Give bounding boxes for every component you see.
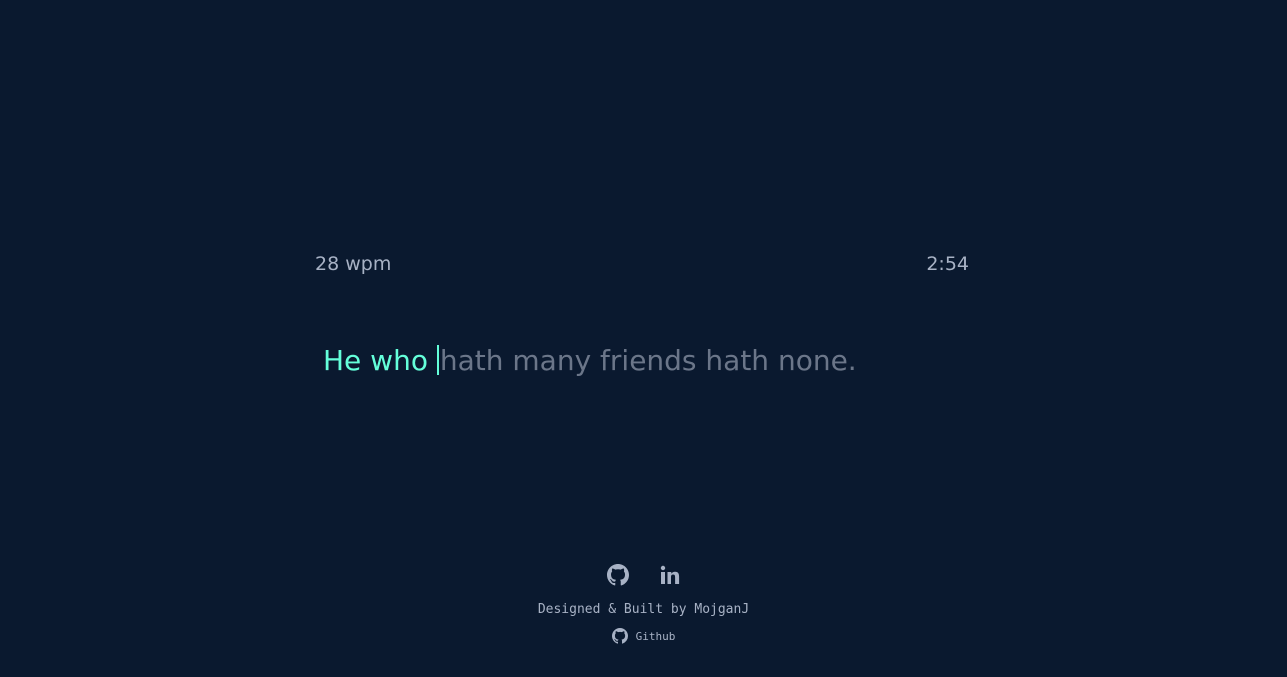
credit-text: Designed & Built by MojganJ <box>537 602 750 617</box>
countdown-timer: 2:54 <box>926 253 969 275</box>
wpm-counter: 28 wpm <box>315 253 392 275</box>
linkedin-icon <box>660 565 679 584</box>
social-links <box>0 560 1287 590</box>
footer: Designed & Built by MojganJ Github <box>0 560 1287 648</box>
linkedin-social-link[interactable] <box>659 564 681 586</box>
github-icon <box>611 628 628 644</box>
github-social-link[interactable] <box>606 564 629 586</box>
remaining-text: hath many friends hath none. <box>439 344 857 377</box>
github-icon <box>606 564 629 586</box>
github-link-label: Github <box>635 629 676 643</box>
github-repo-link[interactable]: Github <box>611 628 676 644</box>
typing-area[interactable]: He who hath many friends hath none. <box>323 342 857 380</box>
text-cursor <box>436 345 439 375</box>
typed-text: He who <box>323 344 437 377</box>
